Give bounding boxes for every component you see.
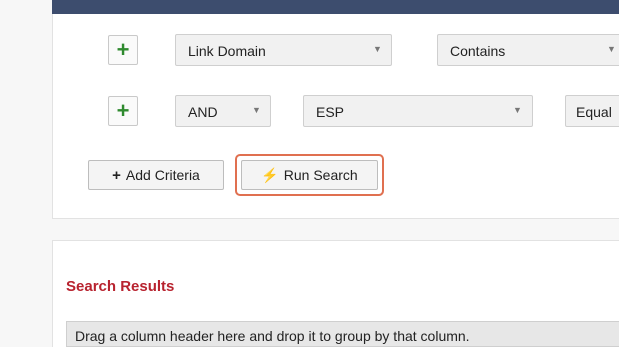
chevron-down-icon: ▼ [373, 44, 382, 54]
panel-header-bar [52, 0, 619, 14]
add-criteria-button[interactable]: + Add Criteria [88, 160, 224, 190]
field-select-link-domain[interactable]: Link Domain ▼ [175, 34, 392, 66]
plus-icon: + [116, 98, 130, 123]
plus-icon: + [112, 166, 121, 184]
operator-select-equal[interactable]: Equal [565, 95, 619, 127]
add-criteria-label: Add Criteria [125, 167, 200, 183]
group-by-drop-area[interactable]: Drag a column header here and drop it to… [66, 321, 619, 347]
logic-select-value: AND [188, 104, 218, 120]
run-search-label: Run Search [283, 167, 358, 183]
add-row-button[interactable]: + [108, 96, 138, 126]
search-results-title: Search Results [66, 278, 175, 295]
plus-icon: + [116, 37, 130, 62]
add-row-button[interactable]: + [108, 35, 138, 65]
operator-select-contains[interactable]: Contains ▼ [437, 34, 619, 66]
run-search-button[interactable]: ⚡ Run Search [241, 160, 378, 190]
lightning-bolt-icon: ⚡ [261, 166, 279, 183]
operator-select-value: Equal [576, 104, 612, 120]
chevron-down-icon: ▼ [252, 105, 261, 115]
field-select-value: ESP [316, 104, 345, 120]
field-select-value: Link Domain [188, 43, 266, 59]
chevron-down-icon: ▼ [607, 44, 616, 54]
group-by-hint: Drag a column header here and drop it to… [75, 328, 470, 344]
chevron-down-icon: ▼ [513, 105, 522, 115]
logic-select-and[interactable]: AND ▼ [175, 95, 271, 127]
operator-select-value: Contains [450, 43, 506, 59]
field-select-esp[interactable]: ESP ▼ [303, 95, 533, 127]
